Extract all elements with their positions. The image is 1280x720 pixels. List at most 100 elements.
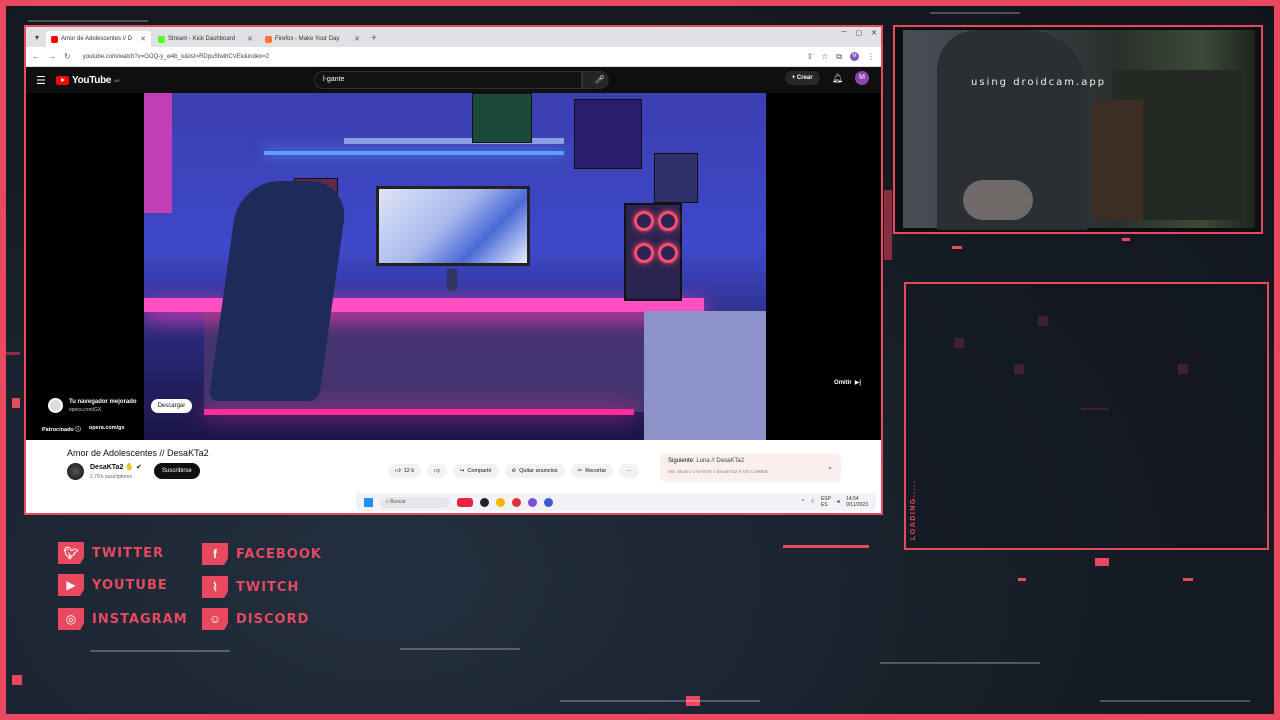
webcam-watermark: using droidcam.app [971, 77, 1107, 88]
video-player[interactable]: Tu navegador mejorado opera.com/GX Desca… [26, 93, 881, 440]
scene-fan [658, 243, 678, 263]
instagram-icon: ◎ [58, 608, 84, 630]
social-label: YOUTUBE [92, 577, 168, 593]
tab-label: Stream - Kick Dashboard [168, 36, 236, 42]
youtube-play-icon [56, 75, 69, 85]
app-icon[interactable] [480, 497, 489, 507]
share-icon: ↪ [459, 468, 465, 474]
glitch-bar [90, 650, 230, 652]
app-icon[interactable] [528, 497, 537, 507]
minimize-button[interactable]: ─ [842, 29, 847, 37]
channel-avatar[interactable] [67, 463, 84, 480]
app-icon[interactable] [544, 497, 553, 507]
social-label: DISCORD [236, 611, 310, 627]
glitch-bar [952, 246, 962, 249]
skip-ad-button[interactable]: Omitir ▶| [834, 379, 861, 387]
social-instagram[interactable]: ◎ INSTAGRAM [58, 608, 188, 630]
profile-avatar[interactable]: M [850, 52, 859, 61]
video-frame [144, 93, 766, 440]
block-icon: ⊘ [511, 468, 517, 474]
app-icon[interactable] [512, 497, 521, 507]
menu-icon[interactable]: ⋮ [867, 52, 875, 61]
facebook-icon: f [202, 543, 228, 565]
social-label: TWITCH [236, 579, 300, 595]
search-input[interactable]: l-gante [314, 71, 582, 89]
microphone-icon[interactable]: 🎤︎ [591, 71, 609, 89]
browser-window: ▾ Amor de Adolescentes // D ✕ Stream - K… [24, 25, 883, 515]
glitch-bar [1122, 238, 1130, 241]
glitch-bar [1274, 0, 1280, 720]
browser-tab[interactable]: Stream - Kick Dashboard ✕ [153, 31, 258, 47]
skip-icon: ▶| [854, 380, 861, 386]
more-icon: ⋯ [626, 468, 632, 474]
avatar[interactable]: M [855, 71, 869, 85]
next-video-card[interactable]: Siguiente: Luna // DesaKTa2 Mix: Mora x … [660, 453, 841, 482]
lang-indicator[interactable]: ESP ES [821, 496, 831, 508]
close-window-button[interactable]: ✕ [871, 29, 877, 37]
volume-icon[interactable]: 🔊︎ [837, 499, 840, 505]
more-button[interactable]: ⋯ [619, 464, 639, 478]
wifi-icon[interactable]: ⌔ [810, 499, 815, 505]
scene-floor-glow [204, 409, 634, 415]
app-icon[interactable] [457, 497, 473, 507]
hamburger-menu-icon[interactable]: ☰ [36, 74, 56, 87]
star-icon[interactable]: ☆ [821, 52, 828, 61]
social-youtube[interactable]: ▶ YOUTUBE [58, 574, 168, 596]
chevron-down-icon[interactable]: ⌄ [827, 463, 833, 471]
forward-icon[interactable]: → [48, 52, 56, 61]
glitch-bar [1018, 578, 1026, 581]
glitch-bar [12, 675, 22, 685]
close-icon[interactable]: ✕ [354, 35, 360, 43]
clock[interactable]: 14:54 9/11/2023 [846, 496, 868, 508]
share-icon[interactable]: ⇪ [806, 52, 813, 61]
download-button[interactable]: Descargar [150, 398, 193, 413]
glitch-bar [400, 648, 520, 650]
share-button[interactable]: ↪ Compartir [452, 464, 499, 478]
chevron-up-icon[interactable]: ^ [802, 499, 804, 505]
remove-ads-button[interactable]: ⊘ Quitar anuncios [504, 464, 565, 478]
taskbar-search[interactable]: ⌕ Buscar [380, 496, 450, 508]
close-icon[interactable]: ✕ [140, 35, 146, 43]
back-icon[interactable]: ← [32, 52, 40, 61]
windows-taskbar: ⌕ Buscar ^ ⌔ ESP ES 🔊︎ 14:54 9/11/2023 [356, 493, 876, 511]
windows-start-icon[interactable] [364, 497, 373, 507]
new-tab-button[interactable]: + [367, 31, 381, 47]
social-discord[interactable]: ☺ DISCORD [202, 608, 309, 630]
cam-door [1093, 100, 1143, 220]
video-title: Amor de Adolescentes // DesaKTa2 [67, 448, 209, 458]
bell-icon[interactable]: 🔔︎ [832, 73, 843, 84]
social-twitter[interactable]: 🐦︎ TWITTER [58, 542, 164, 564]
browser-tab[interactable]: Firefox - Make Your Day ✕ [260, 31, 365, 47]
scene-fan [634, 243, 654, 263]
youtube-logo[interactable]: YouTube AR [56, 75, 119, 86]
clip-button[interactable]: ✂ Recortar [570, 464, 614, 478]
glitch-bar [0, 714, 1280, 720]
close-icon[interactable]: ✕ [247, 35, 253, 43]
social-twitch[interactable]: ⌇ TWITCH [202, 576, 299, 598]
cam-hand [963, 180, 1033, 220]
browser-tab[interactable]: Amor de Adolescentes // D ✕ [46, 31, 151, 47]
scene-fan [634, 211, 654, 231]
chevron-down-icon[interactable]: ▾ [30, 29, 44, 47]
subscribe-button[interactable]: Suscribirse [154, 463, 200, 479]
video-actions: 👍︎ 12 k 👎︎ ↪ Compartir ⊘ Quitar anuncios ✂ R… [388, 464, 639, 478]
extensions-icon[interactable]: ⧉ [836, 52, 842, 62]
maximize-button[interactable]: ▢ [856, 29, 863, 37]
logo-country: AR [114, 77, 120, 83]
glitch-bar [930, 12, 1020, 14]
social-facebook[interactable]: f FACEBOOK [202, 543, 322, 565]
channel-name[interactable]: DesaKTa2 ✋ ✔ [90, 463, 142, 471]
create-button[interactable]: + Crear [784, 71, 820, 85]
scene-poster [574, 99, 642, 169]
reload-icon[interactable]: ↻ [64, 52, 71, 61]
url-field[interactable]: youtube.com/watch?v=GOQ-y_w4b_o&list=RDp… [79, 54, 799, 60]
scene-poster [472, 93, 532, 143]
tab-label: Firefox - Make Your Day [275, 36, 340, 42]
chrome-icon[interactable] [496, 497, 505, 507]
like-button[interactable]: 👍︎ 12 k [388, 464, 422, 478]
dislike-button[interactable]: 👎︎ [427, 464, 447, 478]
glitch-bar [12, 398, 20, 408]
address-bar: ← → ↻ youtube.com/watch?v=GOQ-y_w4b_o&li… [26, 47, 881, 67]
sponsor-link[interactable]: opera.com/gx [89, 425, 125, 433]
webcam-frame: using droidcam.app [893, 25, 1263, 234]
